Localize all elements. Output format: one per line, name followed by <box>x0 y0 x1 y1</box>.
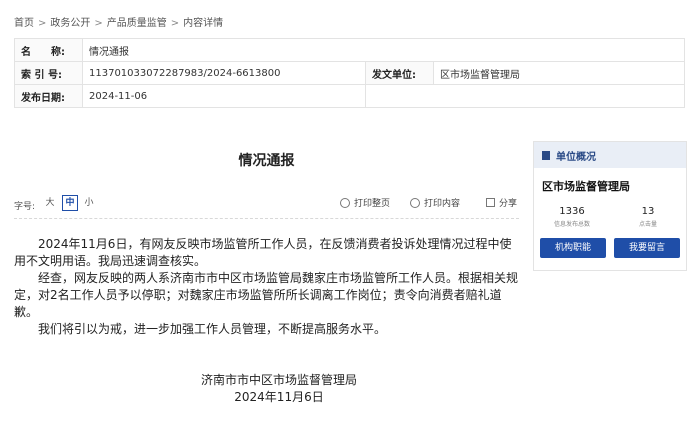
building-icon <box>542 150 550 160</box>
stat-clicks: 13 点击量 <box>610 206 686 228</box>
font-size-medium[interactable]: 中 <box>62 195 78 211</box>
org-functions-button[interactable]: 机构职能 <box>540 238 606 258</box>
stat-publish-value: 1336 <box>559 206 585 217</box>
article-title: 情况通报 <box>238 153 295 169</box>
meta-row-name: 名 称: 情况通报 <box>14 38 685 62</box>
org-overview-title: 单位概况 <box>556 151 596 163</box>
meta-row-date: 发布日期: 2024-11-06 <box>14 84 685 108</box>
breadcrumb-separator: > <box>38 18 47 29</box>
print-page-button[interactable]: 打印整页 <box>340 196 390 209</box>
toolbar-divider <box>14 218 519 219</box>
font-size-small[interactable]: 小 <box>82 196 96 210</box>
share-icon <box>486 198 495 207</box>
print-icon <box>340 197 350 208</box>
stat-clicks-value: 13 <box>641 206 655 217</box>
meta-row-index: 索 引 号: 113701033072287983/2024-6613800 发… <box>14 61 685 85</box>
breadcrumb: 首页 > 政务公开 > 产品质量监管 > 内容详情 <box>14 14 223 29</box>
breadcrumb-separator: > <box>94 18 103 29</box>
signature-date: 2024年11月6日 <box>234 390 324 404</box>
stat-publish-label: 信息发布总数 <box>553 221 590 228</box>
breadcrumb-home[interactable]: 首页 <box>14 18 34 29</box>
org-stats: 1336 信息发布总数 13 点击量 <box>534 206 686 228</box>
stat-clicks-label: 点击量 <box>638 221 657 228</box>
print-content-button[interactable]: 打印内容 <box>410 196 460 209</box>
article-paragraph: 2024年11月6日，有网友反映市场监管所工作人员，在反馈消费者投诉处理情况过程… <box>14 237 512 268</box>
article-body: 2024年11月6日，有网友反映市场监管所工作人员，在反馈消费者投诉处理情况过程… <box>14 236 519 338</box>
print-page-label: 打印整页 <box>354 199 391 209</box>
article: 情况通报 字号: 大 中 小 打印整页 打印内容 分享 2024年11月6日，有… <box>14 140 519 404</box>
org-overview-header: 单位概况 <box>534 142 686 168</box>
meta-date-label: 发布日期: <box>14 84 83 108</box>
share-button[interactable]: 分享 <box>486 196 517 209</box>
signature-org: 济南市市中区市场监督管理局 <box>200 373 357 387</box>
share-label: 分享 <box>499 199 518 209</box>
meta-name-label: 名 称: <box>14 38 83 62</box>
font-size-label: 字号: <box>14 202 36 212</box>
stat-publish-count: 1336 信息发布总数 <box>534 206 610 228</box>
meta-index-value: 113701033072287983/2024-6613800 <box>82 61 366 85</box>
meta-date-value: 2024-11-06 <box>82 84 366 108</box>
org-name: 区市场监督管理局 <box>542 180 630 193</box>
meta-issuer-value: 区市场监督管理局 <box>433 61 685 85</box>
breadcrumb-separator: > <box>170 18 180 29</box>
article-paragraph: 经查，网友反映的两人系济南市市中区市场监管局魏家庄市场监管所工作人员。根据相关规… <box>14 271 519 319</box>
breadcrumb-current: 内容详情 <box>183 18 224 29</box>
org-overview-panel: 单位概况 区市场监督管理局 1336 信息发布总数 13 点击量 机构职能 我要… <box>533 141 687 271</box>
org-actions: 机构职能 我要留言 <box>534 238 686 258</box>
article-signature: 济南市市中区市场监督管理局 2024年11月6日 <box>14 372 544 406</box>
article-toolbar: 字号: 大 中 小 打印整页 打印内容 分享 <box>14 195 519 214</box>
meta-empty-cell <box>365 84 685 108</box>
article-paragraph: 我们将引以为戒，进一步加强工作人员管理，不断提高服务水平。 <box>38 322 387 336</box>
print-icon <box>410 197 420 208</box>
leave-message-button[interactable]: 我要留言 <box>614 238 680 258</box>
document-meta-table: 名 称: 情况通报 索 引 号: 113701033072287983/2024… <box>14 38 685 108</box>
meta-index-label: 索 引 号: <box>14 61 83 85</box>
meta-name-value: 情况通报 <box>82 38 685 62</box>
font-size-large[interactable]: 大 <box>43 196 57 210</box>
breadcrumb-quality[interactable]: 产品质量监管 <box>107 18 167 29</box>
print-content-label: 打印内容 <box>424 199 461 209</box>
meta-issuer-label: 发文单位: <box>365 61 434 85</box>
breadcrumb-open-gov[interactable]: 政务公开 <box>50 18 90 29</box>
